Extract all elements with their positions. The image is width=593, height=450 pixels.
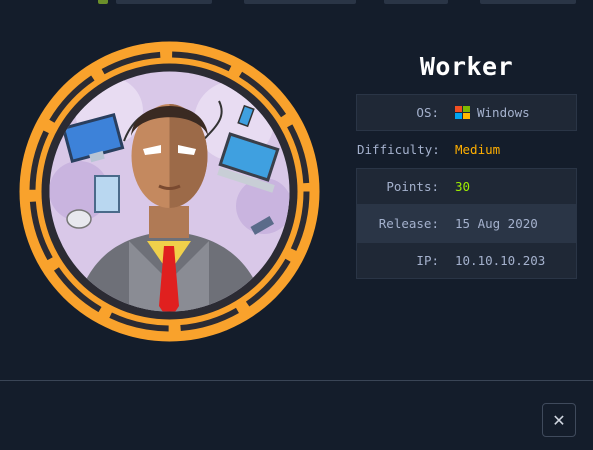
os-value: Windows: [455, 105, 530, 120]
windows-icon: [455, 106, 470, 119]
ip-value: 10.10.10.203: [455, 253, 546, 268]
os-value-text: Windows: [477, 105, 530, 120]
points-value: 30: [455, 179, 471, 194]
footer-divider: [0, 380, 593, 381]
ip-label: IP:: [416, 253, 439, 268]
points-label: Points:: [386, 179, 439, 194]
strip-segment: [244, 0, 356, 4]
close-button[interactable]: ✕: [542, 403, 576, 437]
machine-avatar-image: [19, 41, 320, 342]
info-row-os: OS: Windows: [356, 94, 577, 131]
machine-avatar: [19, 41, 320, 342]
status-indicator: [98, 0, 108, 4]
strip-segment: [480, 0, 576, 4]
machine-info-table: OS: Windows Difficulty: Medium Points: 3…: [356, 94, 577, 279]
release-label: Release:: [378, 216, 439, 231]
close-icon: ✕: [552, 410, 566, 430]
difficulty-value: Medium: [455, 142, 501, 157]
info-row-ip: IP: 10.10.10.203: [356, 242, 577, 279]
info-row-points: Points: 30: [356, 168, 577, 205]
strip-segment: [116, 0, 212, 4]
strip-segment: [384, 0, 448, 4]
os-label: OS:: [416, 105, 439, 120]
info-row-difficulty: Difficulty: Medium: [356, 131, 577, 168]
difficulty-label: Difficulty:: [357, 142, 440, 157]
info-row-release: Release: 15 Aug 2020: [356, 205, 577, 242]
release-value: 15 Aug 2020: [455, 216, 538, 231]
machine-name: Worker: [419, 52, 514, 81]
top-strip: [0, 0, 593, 6]
